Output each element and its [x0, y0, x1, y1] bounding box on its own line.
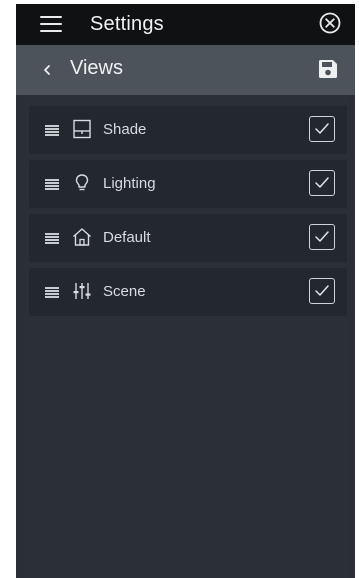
views-list: Shade Lighting Default Scene — [22, 95, 349, 578]
list-item-label: Lighting — [103, 175, 156, 192]
chevron-left-icon[interactable] — [40, 61, 54, 79]
list-item-label: Default — [103, 229, 151, 246]
close-circle-icon[interactable] — [319, 12, 341, 34]
checkbox-shade[interactable] — [309, 116, 335, 142]
drag-handle-icon[interactable] — [45, 125, 59, 136]
section-title: Views — [70, 57, 123, 79]
drag-handle-icon[interactable] — [45, 179, 59, 190]
list-item-default[interactable]: Default — [29, 214, 347, 262]
page-title: Settings — [90, 13, 164, 35]
list-item-shade[interactable]: Shade — [29, 106, 347, 154]
settings-screen: Settings Views Shade Lighting Default Sc… — [16, 4, 355, 578]
list-item-lighting[interactable]: Lighting — [29, 160, 347, 208]
save-icon[interactable] — [318, 59, 338, 79]
checkbox-lighting[interactable] — [309, 170, 335, 196]
list-item-label: Shade — [103, 121, 147, 138]
list-item-label: Scene — [103, 283, 146, 300]
drag-handle-icon[interactable] — [45, 233, 59, 244]
checkbox-scene[interactable] — [309, 278, 335, 304]
list-item-scene[interactable]: Scene — [29, 268, 347, 316]
drag-handle-icon[interactable] — [45, 287, 59, 298]
views-header: Views — [16, 45, 355, 95]
shade-icon — [71, 118, 93, 140]
lightbulb-icon — [71, 172, 93, 194]
top-bar: Settings — [16, 4, 355, 45]
hamburger-icon[interactable] — [40, 16, 62, 32]
home-icon — [71, 226, 93, 248]
checkbox-default[interactable] — [309, 224, 335, 250]
sliders-icon — [71, 280, 93, 302]
